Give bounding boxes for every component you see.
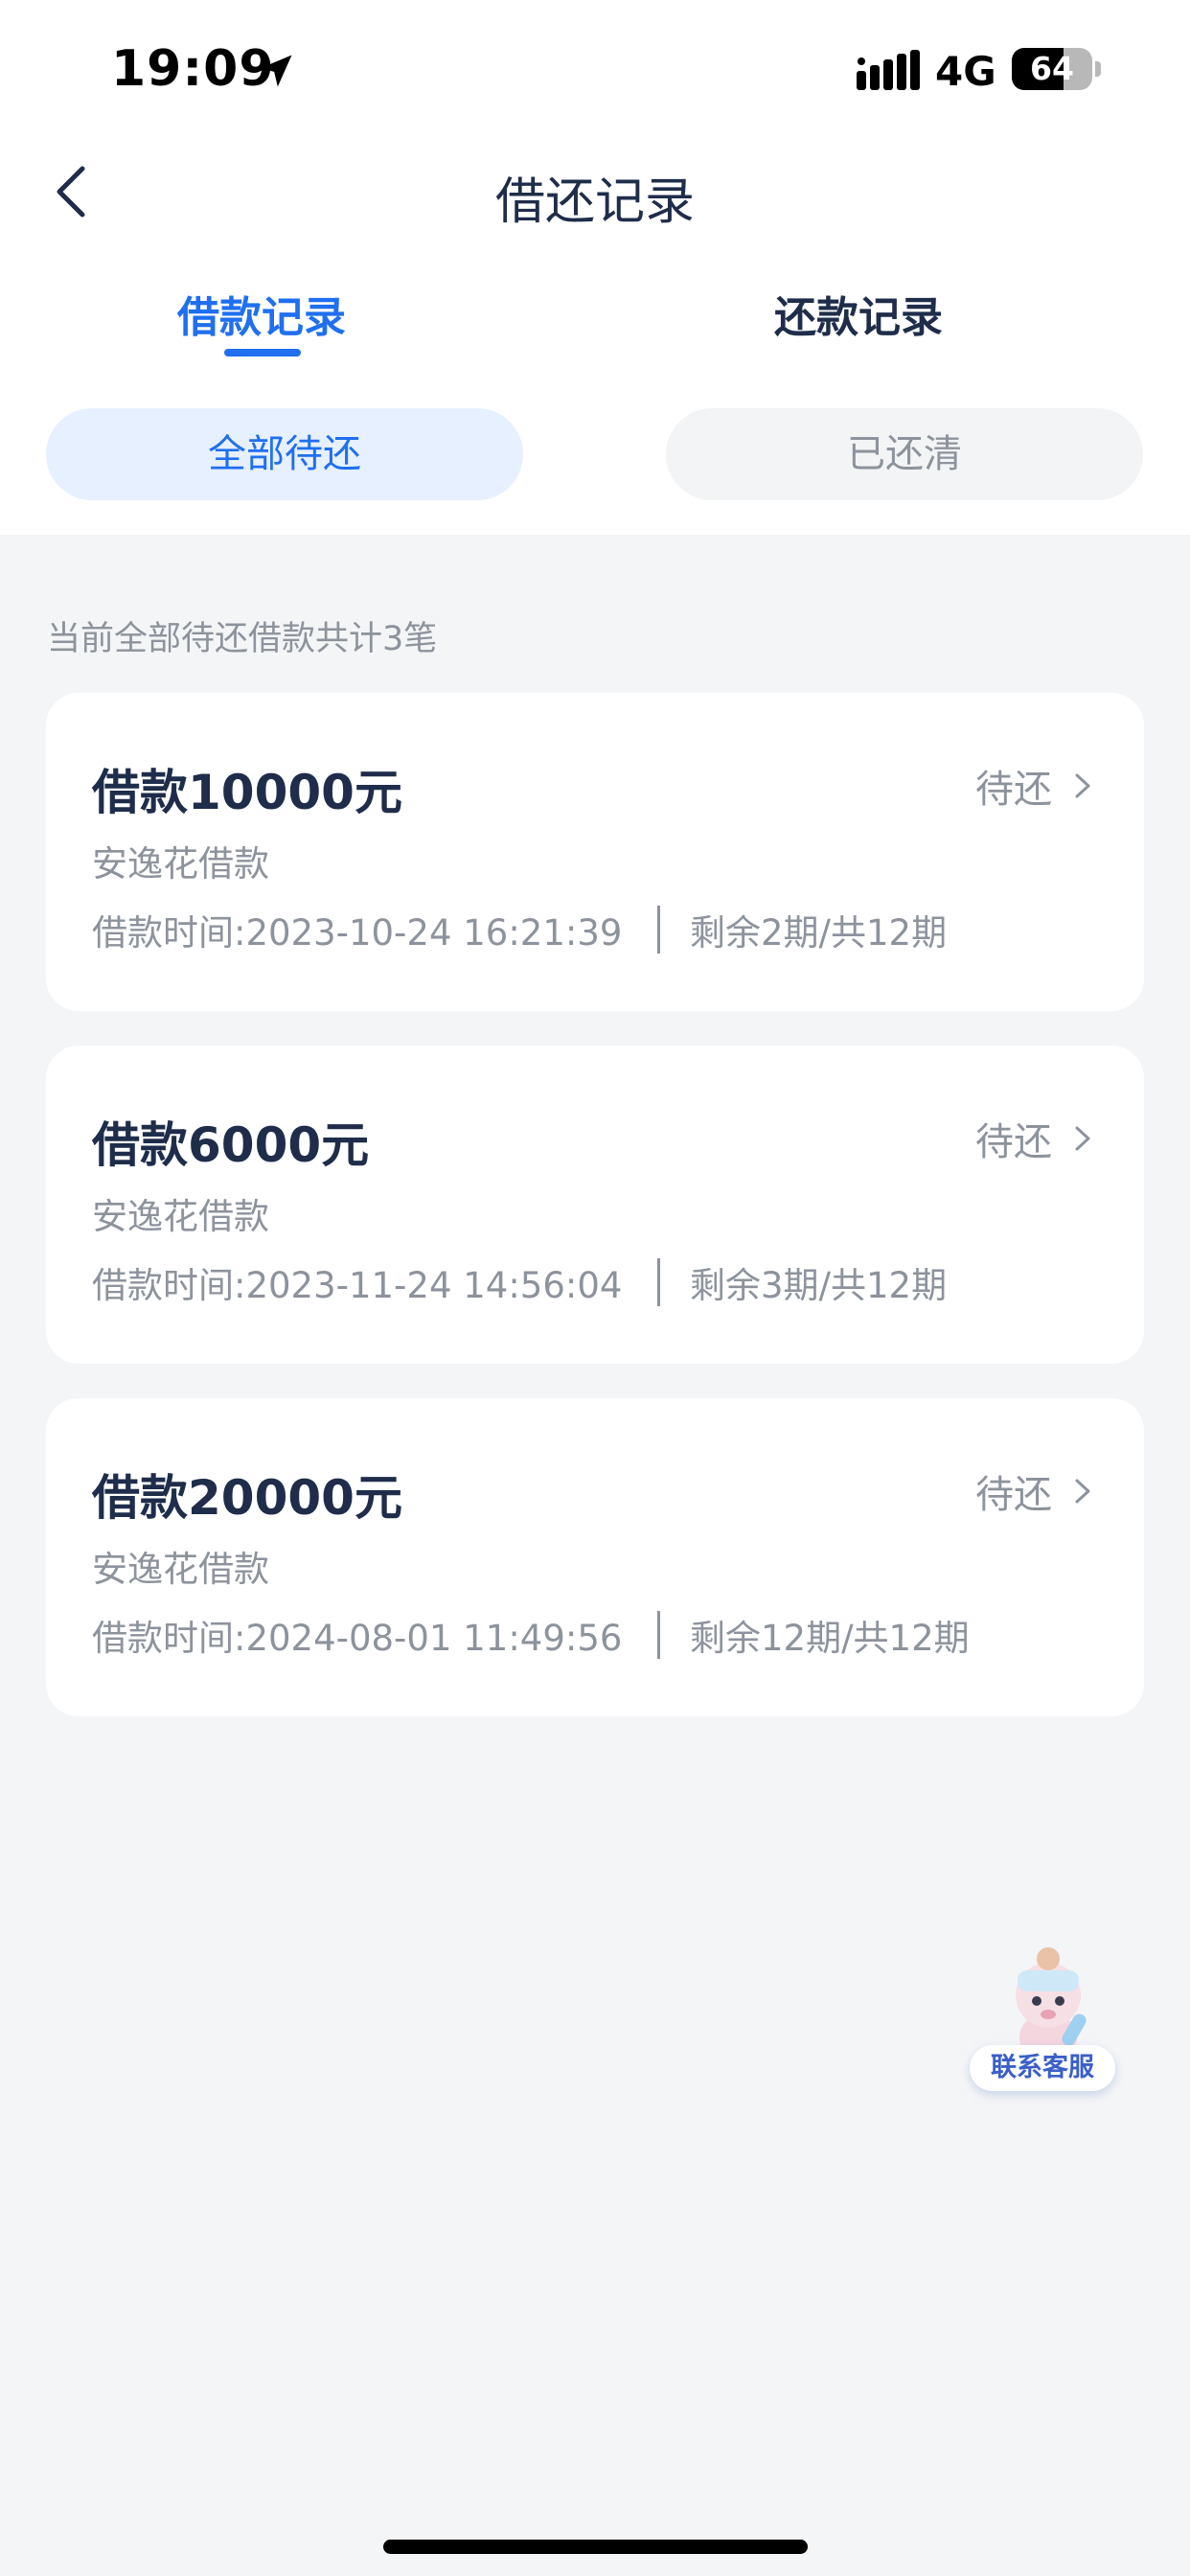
loan-amount: 借款20000元 <box>92 1470 402 1526</box>
home-indicator <box>383 2540 808 2554</box>
loan-status: 待还 <box>975 1473 1052 1517</box>
battery-percent: 64 <box>1030 50 1074 87</box>
loan-card[interactable]: 借款10000元 待还 安逸花借款 借款时间:2023-10-24 16:21:… <box>46 693 1144 1011</box>
status-bar: 19:09 4G 64 <box>0 0 1190 144</box>
active-tab-indicator <box>224 349 301 356</box>
page-title: 借还记录 <box>494 173 695 231</box>
filter-cleared[interactable]: 已还清 <box>666 408 1143 500</box>
contact-service-button[interactable]: 联系客服 <box>970 2045 1115 2091</box>
signal-icon <box>857 50 920 90</box>
loan-product: 安逸花借款 <box>92 843 269 885</box>
divider <box>657 1611 660 1659</box>
loan-time: 借款时间:2024-08-01 11:49:56 <box>92 1618 623 1659</box>
divider <box>657 1258 660 1306</box>
loan-amount: 借款10000元 <box>92 765 402 820</box>
battery-icon: 64 <box>1012 48 1092 90</box>
loan-status: 待还 <box>975 768 1052 812</box>
loan-periods: 剩余3期/共12期 <box>690 1265 948 1306</box>
tab-repay-records[interactable]: 还款记录 <box>741 283 976 344</box>
network-type: 4G <box>935 48 996 95</box>
loan-status: 待还 <box>975 1120 1052 1164</box>
divider <box>657 906 660 954</box>
location-arrow-icon <box>260 55 292 87</box>
chevron-right-icon <box>1075 773 1090 798</box>
loan-card[interactable]: 借款20000元 待还 安逸花借款 借款时间:2024-08-01 11:49:… <box>46 1398 1144 1716</box>
status-time: 19:09 <box>111 40 275 98</box>
loan-product: 安逸花借款 <box>92 1196 269 1237</box>
tab-borrow-records[interactable]: 借款记录 <box>144 283 379 344</box>
pending-summary: 当前全部待还借款共计3笔 <box>47 620 438 658</box>
loan-periods: 剩余12期/共12期 <box>690 1618 970 1659</box>
chevron-right-icon <box>1075 1126 1090 1151</box>
filter-all-pending[interactable]: 全部待还 <box>46 408 523 500</box>
loan-card[interactable]: 借款6000元 待还 安逸花借款 借款时间:2023-11-24 14:56:0… <box>46 1046 1144 1364</box>
battery-cap <box>1095 61 1101 77</box>
loan-time: 借款时间:2023-11-24 14:56:04 <box>92 1265 623 1306</box>
loan-product: 安逸花借款 <box>92 1549 269 1590</box>
loan-amount: 借款6000元 <box>92 1117 370 1173</box>
loan-periods: 剩余2期/共12期 <box>690 912 948 954</box>
chevron-right-icon <box>1075 1479 1090 1504</box>
loan-time: 借款时间:2023-10-24 16:21:39 <box>92 912 623 954</box>
